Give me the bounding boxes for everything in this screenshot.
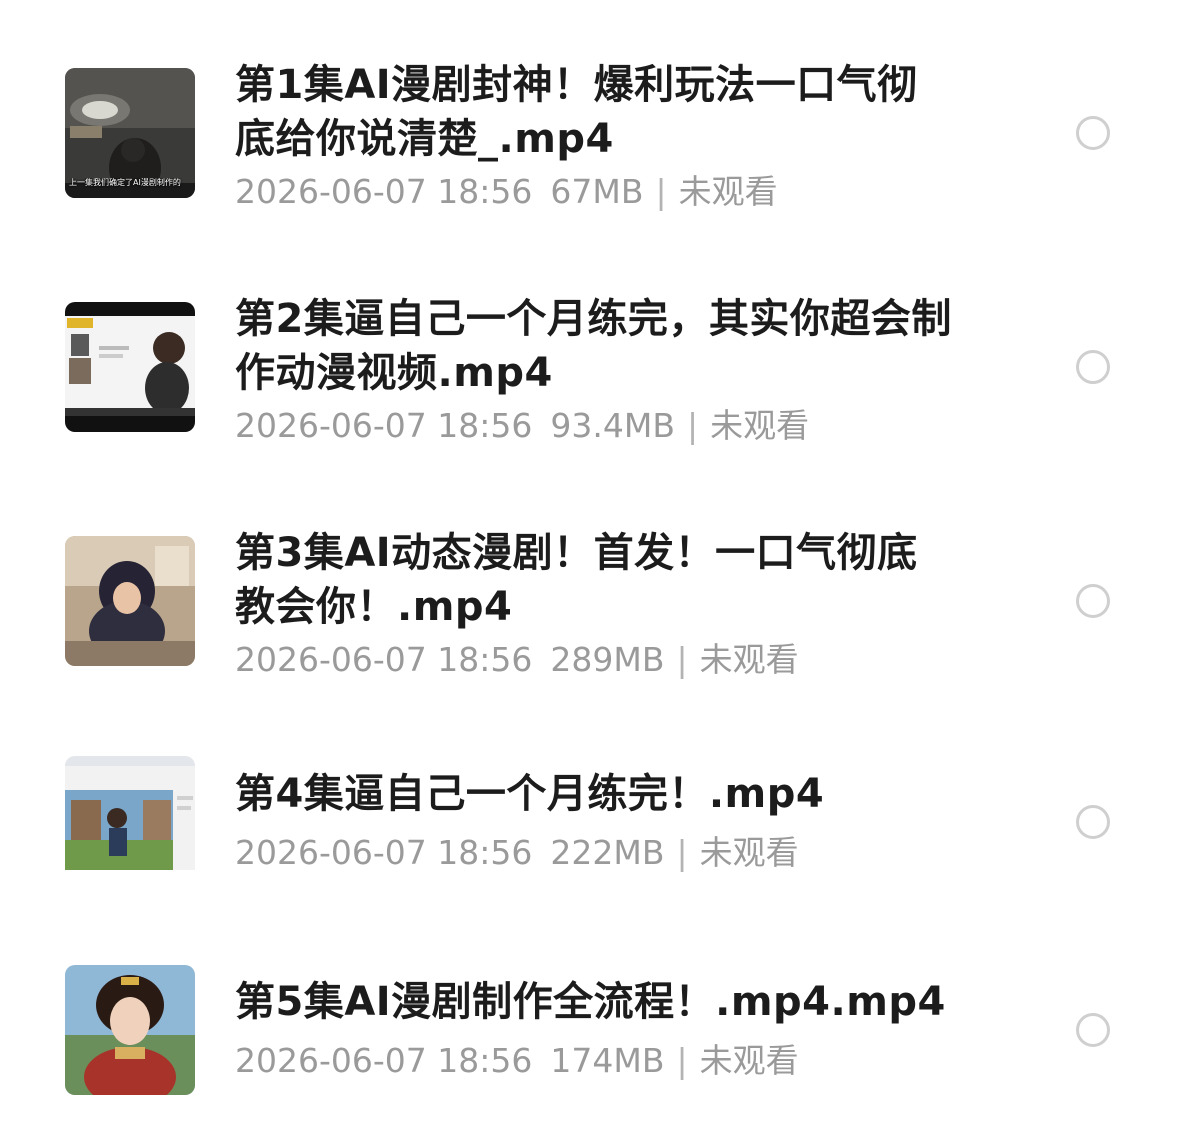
select-radio[interactable] [1076,1013,1110,1047]
file-date: 2026-06-07 18:56 [235,1041,533,1080]
file-size: 67MB [550,172,644,211]
file-row[interactable]: 第4集逼自己一个月练完！.mp4 2026-06-07 18:56 222MB | 未… [0,702,1200,936]
meta-separator: | [655,172,667,211]
video-thumbnail[interactable] [65,536,195,666]
select-radio[interactable] [1076,805,1110,839]
file-title[interactable]: 第1集AI漫剧封神！爆利玩法一口气彻底给你说清楚_.mp4 [235,58,955,166]
file-date: 2026-06-07 18:56 [235,833,533,872]
meta-separator: | [676,833,688,872]
meta-separator: | [676,1041,688,1080]
campus-character-thumbnail-image [65,756,195,886]
watch-status: 未观看 [710,406,810,445]
watch-status: 未观看 [699,640,799,679]
file-meta: 2026-06-07 18:56 289MB | 未观看 [235,640,995,680]
video-thumbnail[interactable] [65,302,195,432]
file-meta: 2026-06-07 18:56 93.4MB | 未观看 [235,406,995,446]
video-thumbnail[interactable]: 上一集我们确定了AI漫剧制作的 [65,68,195,198]
file-meta: 2026-06-07 18:56 222MB | 未观看 [235,833,995,873]
file-size: 289MB [550,640,665,679]
video-thumbnail[interactable] [65,756,195,886]
file-date: 2026-06-07 18:56 [235,406,533,445]
file-meta: 2026-06-07 18:56 174MB | 未观看 [235,1041,995,1081]
file-size: 174MB [550,1041,665,1080]
file-size: 222MB [550,833,665,872]
meta-separator: | [676,640,688,679]
file-title[interactable]: 第2集逼自己一个月练完，其实你超会制作动漫视频.mp4 [235,292,955,400]
file-row[interactable]: 第2集逼自己一个月练完，其实你超会制作动漫视频.mp4 2026-06-07 1… [0,234,1200,468]
watch-status: 未观看 [699,833,799,872]
select-radio[interactable] [1076,350,1110,384]
meta-separator: | [686,406,699,445]
file-title[interactable]: 第3集AI动态漫剧！首发！一口气彻底教会你！.mp4 [235,526,955,634]
character-sheet-thumbnail-image [65,302,195,432]
file-title[interactable]: 第5集AI漫剧制作全流程！.mp4.mp4 [235,975,955,1029]
video-file-list: 上一集我们确定了AI漫剧制作的 第1集AI漫剧封神！爆利玩法一口气彻底给你说清楚… [0,0,1200,1125]
file-row[interactable]: 第3集AI动态漫剧！首发！一口气彻底教会你！.mp4 2026-06-07 18… [0,468,1200,702]
file-row[interactable]: 上一集我们确定了AI漫剧制作的 第1集AI漫剧封神！爆利玩法一口气彻底给你说清楚… [0,0,1200,234]
select-radio[interactable] [1076,116,1110,150]
file-date: 2026-06-07 18:56 [235,172,533,211]
thumbnail-caption: 上一集我们确定了AI漫剧制作的 [69,178,181,187]
file-row[interactable]: 第5集AI漫剧制作全流程！.mp4.mp4 2026-06-07 18:56 17… [0,936,1200,1125]
classroom-thumbnail-image [65,536,195,666]
video-thumbnail[interactable] [65,965,195,1095]
costume-portrait-thumbnail-image [65,965,195,1095]
file-title[interactable]: 第4集逼自己一个月练完！.mp4 [235,767,955,821]
watch-status: 未观看 [699,1041,799,1080]
file-date: 2026-06-07 18:56 [235,640,533,679]
file-meta: 2026-06-07 18:56 67MB | 未观看 [235,172,995,212]
file-size: 93.4MB [550,406,675,445]
watch-status: 未观看 [678,172,778,211]
select-radio[interactable] [1076,584,1110,618]
